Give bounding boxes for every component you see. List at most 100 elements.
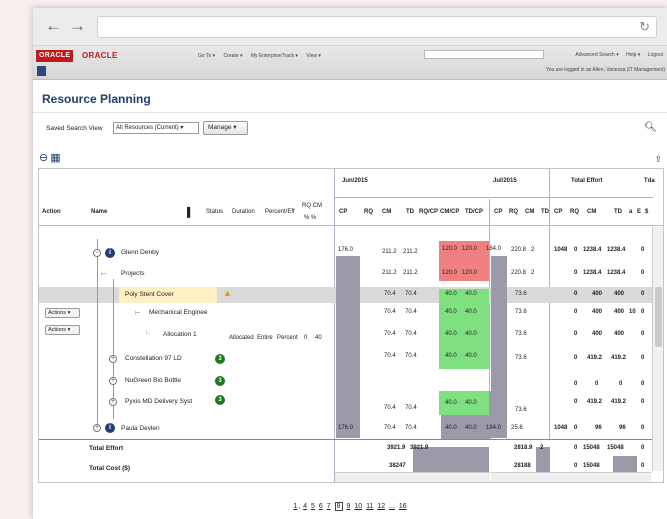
expand-toggle-glenn[interactable]: − (93, 249, 101, 257)
page-ellipsis: ... (389, 503, 395, 510)
total-effort-tot-e: 0 (641, 445, 645, 451)
cell-projects-jul-cm: 2 (531, 270, 535, 276)
row-name-pyxis[interactable]: Pyxis MD Delivery Syst (125, 398, 192, 405)
row-name-nugreen[interactable]: NuGreen Bio Bottle (125, 377, 181, 384)
page-link-11[interactable]: 11 (366, 503, 373, 510)
help-link[interactable]: Help ▾ (626, 52, 640, 58)
cell-glenn-jul-rq: 220.8 (511, 247, 527, 253)
cell-glenn-tot-cp: 1048 (554, 247, 568, 253)
export-icon[interactable]: ⇪ (654, 154, 662, 165)
page-link-6[interactable]: 6 (319, 503, 323, 510)
page-link-4[interactable]: 4 (303, 503, 307, 510)
page-link-5[interactable]: 5 (311, 503, 315, 510)
forward-arrow-icon[interactable]: → (69, 17, 86, 35)
warning-icon[interactable]: ▲ (223, 288, 232, 298)
period-jun-2015: Jun/2015 (342, 178, 368, 184)
cell-projects-tot-rq: 0 (574, 270, 578, 276)
col-pct[interactable]: % % (304, 215, 316, 221)
search-icon[interactable]: 🔍︎ (644, 122, 657, 133)
frozen-divider[interactable] (334, 169, 335, 482)
manage-button[interactable]: Manage ▾ (203, 121, 248, 135)
row-name-glenn-denby[interactable]: Glenn Denby (121, 249, 159, 256)
expand-toggle-nugreen[interactable]: + (109, 377, 117, 385)
cell-glenn-cp: 176.0 (338, 247, 354, 253)
page-link-9[interactable]: 9 (346, 503, 350, 510)
back-arrow-icon[interactable]: ← (45, 17, 62, 35)
page-link-12[interactable]: 12 (377, 503, 385, 510)
col-action[interactable]: Action (42, 209, 61, 215)
cell-glenn-td: 211.2 (403, 249, 418, 255)
vertical-scrollbar[interactable] (652, 227, 663, 471)
row-name-constellation[interactable]: Constellation 97 LD (125, 355, 182, 362)
cell-mech-rqcp: 40.0 (445, 309, 457, 315)
cell-const-jul-rq: 73.6 (515, 355, 527, 361)
row-name-poly-stent-cover[interactable]: Poly Stent Cover (125, 291, 174, 298)
reload-icon[interactable]: ↻ (639, 19, 650, 35)
cell-glenn-rqcp: 120.0 (442, 246, 458, 252)
cell-pyxis-cmcp: 40.0 (465, 400, 477, 406)
address-bar[interactable]: ↻ (97, 16, 657, 38)
tree-branch-icon: ⊢ (101, 271, 107, 278)
column-chooser-icon[interactable]: ▌ (187, 207, 193, 217)
vertical-scroll-thumb[interactable] (655, 287, 662, 347)
collapse-all-icon[interactable]: ⊖ (39, 152, 48, 164)
col-rq-cm[interactable]: RQ CM (302, 203, 322, 209)
cell-alloc-cm: 40 (315, 335, 322, 341)
page-link-16[interactable]: 16 (399, 503, 407, 510)
cell-paula-tot-rq: 0 (574, 425, 578, 431)
advanced-search-link[interactable]: Advanced Search ▾ (575, 52, 618, 58)
cell-poly-tot-rq: 0 (574, 291, 578, 297)
sub-td-total: TD (614, 209, 622, 215)
document-icon[interactable] (37, 66, 46, 76)
page-link-1[interactable]: 1 (293, 503, 297, 510)
row-name-projects[interactable]: Projects (121, 270, 144, 277)
col-name[interactable]: Name (91, 209, 107, 215)
expand-toggle-constellation[interactable]: + (109, 355, 117, 363)
menu-my-enterprisetrack[interactable]: My EnterpriseTrack ▾ (251, 53, 298, 59)
header-search-input[interactable] (424, 50, 544, 59)
cell-mech-jul-rq: 73.6 (515, 309, 527, 315)
col-percent[interactable]: Percent/Eff (265, 209, 295, 215)
cell-alloc-status: Allocated (229, 335, 254, 341)
row-name-allocation-1[interactable]: Allocation 1 (163, 331, 197, 338)
menu-create[interactable]: Create ▾ (224, 53, 243, 59)
sub-cm-total: CM (587, 209, 597, 215)
page-link-7[interactable]: 7 (327, 503, 331, 510)
horizontal-scrollbar-jun[interactable] (335, 472, 490, 482)
info-icon[interactable]: i (105, 423, 115, 433)
view-select[interactable]: All Resources (Current) ▾ (113, 122, 199, 134)
cell-alloc-tot-e: 0 (641, 331, 645, 337)
cell-poly-cmcp: 40.0 (465, 291, 477, 297)
cell-projects-tot-cm: 1238.4 (583, 270, 602, 276)
horizontal-scrollbar-jul[interactable] (491, 472, 651, 482)
cell-glenn-tot-e: 0 (641, 247, 645, 253)
col-status[interactable]: Status (206, 209, 223, 215)
expand-toggle-paula[interactable]: + (93, 424, 101, 432)
cell-mech-tot-x: 0 (641, 309, 645, 315)
cell-alloc-rqcp: 40.0 (445, 331, 457, 337)
logout-link[interactable]: Logout (648, 52, 663, 58)
sub-cm-jun: CM (382, 209, 392, 215)
gray-block-jul-cp (491, 256, 507, 438)
menu-go-to[interactable]: Go To ▾ (198, 53, 215, 59)
period-total-effort: Total Effort (571, 178, 603, 184)
row-name-mechanical-engineer[interactable]: Mechanical Enginee (149, 309, 208, 316)
sub-e-total: E (637, 209, 642, 215)
total-divider (549, 169, 550, 439)
expand-toggle-pyxis[interactable]: + (109, 398, 117, 406)
gray-block-cp (336, 256, 360, 438)
cell-alloc-tot-cm: 400 (592, 331, 603, 337)
grid-view-icon[interactable]: ▦ (50, 152, 60, 164)
row-name-paula-devlen[interactable]: Paula Devlen (121, 425, 160, 432)
cell-const-tot-rq: 0 (574, 355, 578, 361)
cell-projects-jul-rq: 220.8 (511, 270, 527, 276)
cell-pyxis-tot-e: 0 (641, 399, 645, 405)
info-icon[interactable]: i (105, 248, 115, 258)
page-link-10[interactable]: 10 (354, 503, 362, 510)
actions-dropdown-allocation[interactable]: Actions ▾ (45, 325, 80, 335)
cell-paula-rqcp: 40.0 (445, 425, 457, 431)
col-duration[interactable]: Duration (232, 209, 255, 215)
actions-dropdown-mechanical[interactable]: Actions ▾ (45, 308, 80, 318)
menu-view[interactable]: View ▾ (306, 53, 321, 59)
cell-alloc-tot-td: 400 (614, 331, 625, 337)
